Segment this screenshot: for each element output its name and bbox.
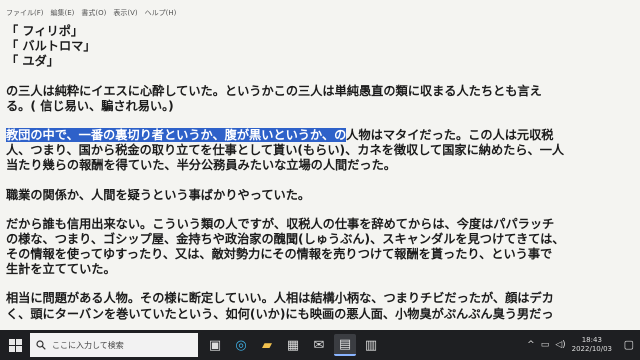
text-line: く、頭にターバンを巻いていたという、如何(いか)にも映画の悪人面、小物臭がぷんぷ… <box>6 306 554 321</box>
clock-date: 2022/10/03 <box>571 345 612 353</box>
text-line: 相当に問題がある人物。その様に断定していい。人相は結構小柄な、つまりチビだったが… <box>6 291 554 306</box>
taskbar-search[interactable]: ここに入力して検索 <box>30 333 198 357</box>
text-line: その情報を使ってゆすったり、又は、敵対勢力にその情報を売りつけて報酬を貰ったり、… <box>6 247 553 262</box>
menu-view[interactable]: 表示(V) <box>113 6 137 20</box>
selected-text: 教団の中で、一番の裏切り者というか、腹が黒いというか、の <box>6 127 347 142</box>
text-line: 当たり幾らの報酬を得ていた、半分公務員みたいな立場の人間だった。 <box>6 158 396 173</box>
text-line: 「 フィリポ」 <box>6 24 84 38</box>
taskbar-icons: ▣ ◎ ▰ ▦ ✉ ▤ ▥ <box>204 334 382 356</box>
calculator-icon[interactable]: ▥ <box>360 334 382 356</box>
menu-edit[interactable]: 編集(E) <box>51 6 75 20</box>
screen: ファイル(F) 編集(E) 書式(O) 表示(V) ヘルプ(H) 「 フィリポ」… <box>0 0 640 360</box>
text-line: 人、つまり、国から税金の取り立てを仕事として貰い(もらい)、カネを徴収して国家に… <box>6 143 565 158</box>
menu-file[interactable]: ファイル(F) <box>6 6 44 20</box>
text-line: 「 バルトロマ」 <box>6 39 96 54</box>
task-view-icon[interactable]: ▣ <box>204 334 226 356</box>
edge-icon[interactable]: ◎ <box>230 334 252 356</box>
search-placeholder: ここに入力して検索 <box>52 340 124 350</box>
text-segment: 人物はマタイだった。この人は元収税 <box>346 127 554 142</box>
search-icon <box>36 340 46 350</box>
network-icon[interactable]: ▭ <box>541 340 550 350</box>
menu-bar: ファイル(F) 編集(E) 書式(O) 表示(V) ヘルプ(H) <box>0 6 640 20</box>
text-line: の三人は純粋にイエスに心酔していた。というかこの三人は単純愚直の類に収まる人たち… <box>6 83 542 98</box>
system-tray: ^ ▭ ◁) 18:43 2022/10/03 <box>527 330 612 360</box>
start-button[interactable] <box>0 330 30 360</box>
menu-help[interactable]: ヘルプ(H) <box>145 6 177 20</box>
notification-icon[interactable]: ▢ <box>624 338 634 351</box>
folder-icon[interactable]: ▰ <box>256 334 278 356</box>
text-line: 職業の関係か、人間を疑うという事ばかりやっていた。 <box>6 187 311 202</box>
windows-icon <box>8 338 22 352</box>
chevron-up-icon[interactable]: ^ <box>527 340 535 350</box>
text-line: 「 ユダ」 <box>6 54 59 69</box>
notepad-icon[interactable]: ▤ <box>334 334 356 356</box>
text-line: る。( 信じ易い、騙され易い。) <box>6 98 174 113</box>
taskbar: ここに入力して検索 ▣ ◎ ▰ ▦ ✉ ▤ ▥ ^ ▭ ◁) 18:43 202… <box>0 330 640 360</box>
text-line: 生計を立てていた。 <box>6 262 116 277</box>
text-line: だから誰も信用出来ない。こういう類の人ですが、収税人の仕事を辞めてからは、今度は… <box>6 216 555 231</box>
menu-format[interactable]: 書式(O) <box>81 6 106 20</box>
mail-icon[interactable]: ✉ <box>308 334 330 356</box>
clock[interactable]: 18:43 2022/10/03 <box>572 336 612 354</box>
store-icon[interactable]: ▦ <box>282 334 304 356</box>
text-line: 教団の中で、一番の裏切り者というか、腹が黒いというか、の人物はマタイだった。この… <box>6 127 640 143</box>
text-line: の様な、つまり、ゴシップ屋、金持ちや政治家の醜聞(しゅうぶん)、スキャンダルを見… <box>6 231 565 246</box>
clock-time: 18:43 <box>581 336 602 344</box>
volume-icon[interactable]: ◁) <box>555 340 565 350</box>
text-editor-area[interactable]: 「 フィリポ」 「 バルトロマ」 「 ユダ」 の三人は純粋にイエスに心酔していた… <box>6 24 640 322</box>
